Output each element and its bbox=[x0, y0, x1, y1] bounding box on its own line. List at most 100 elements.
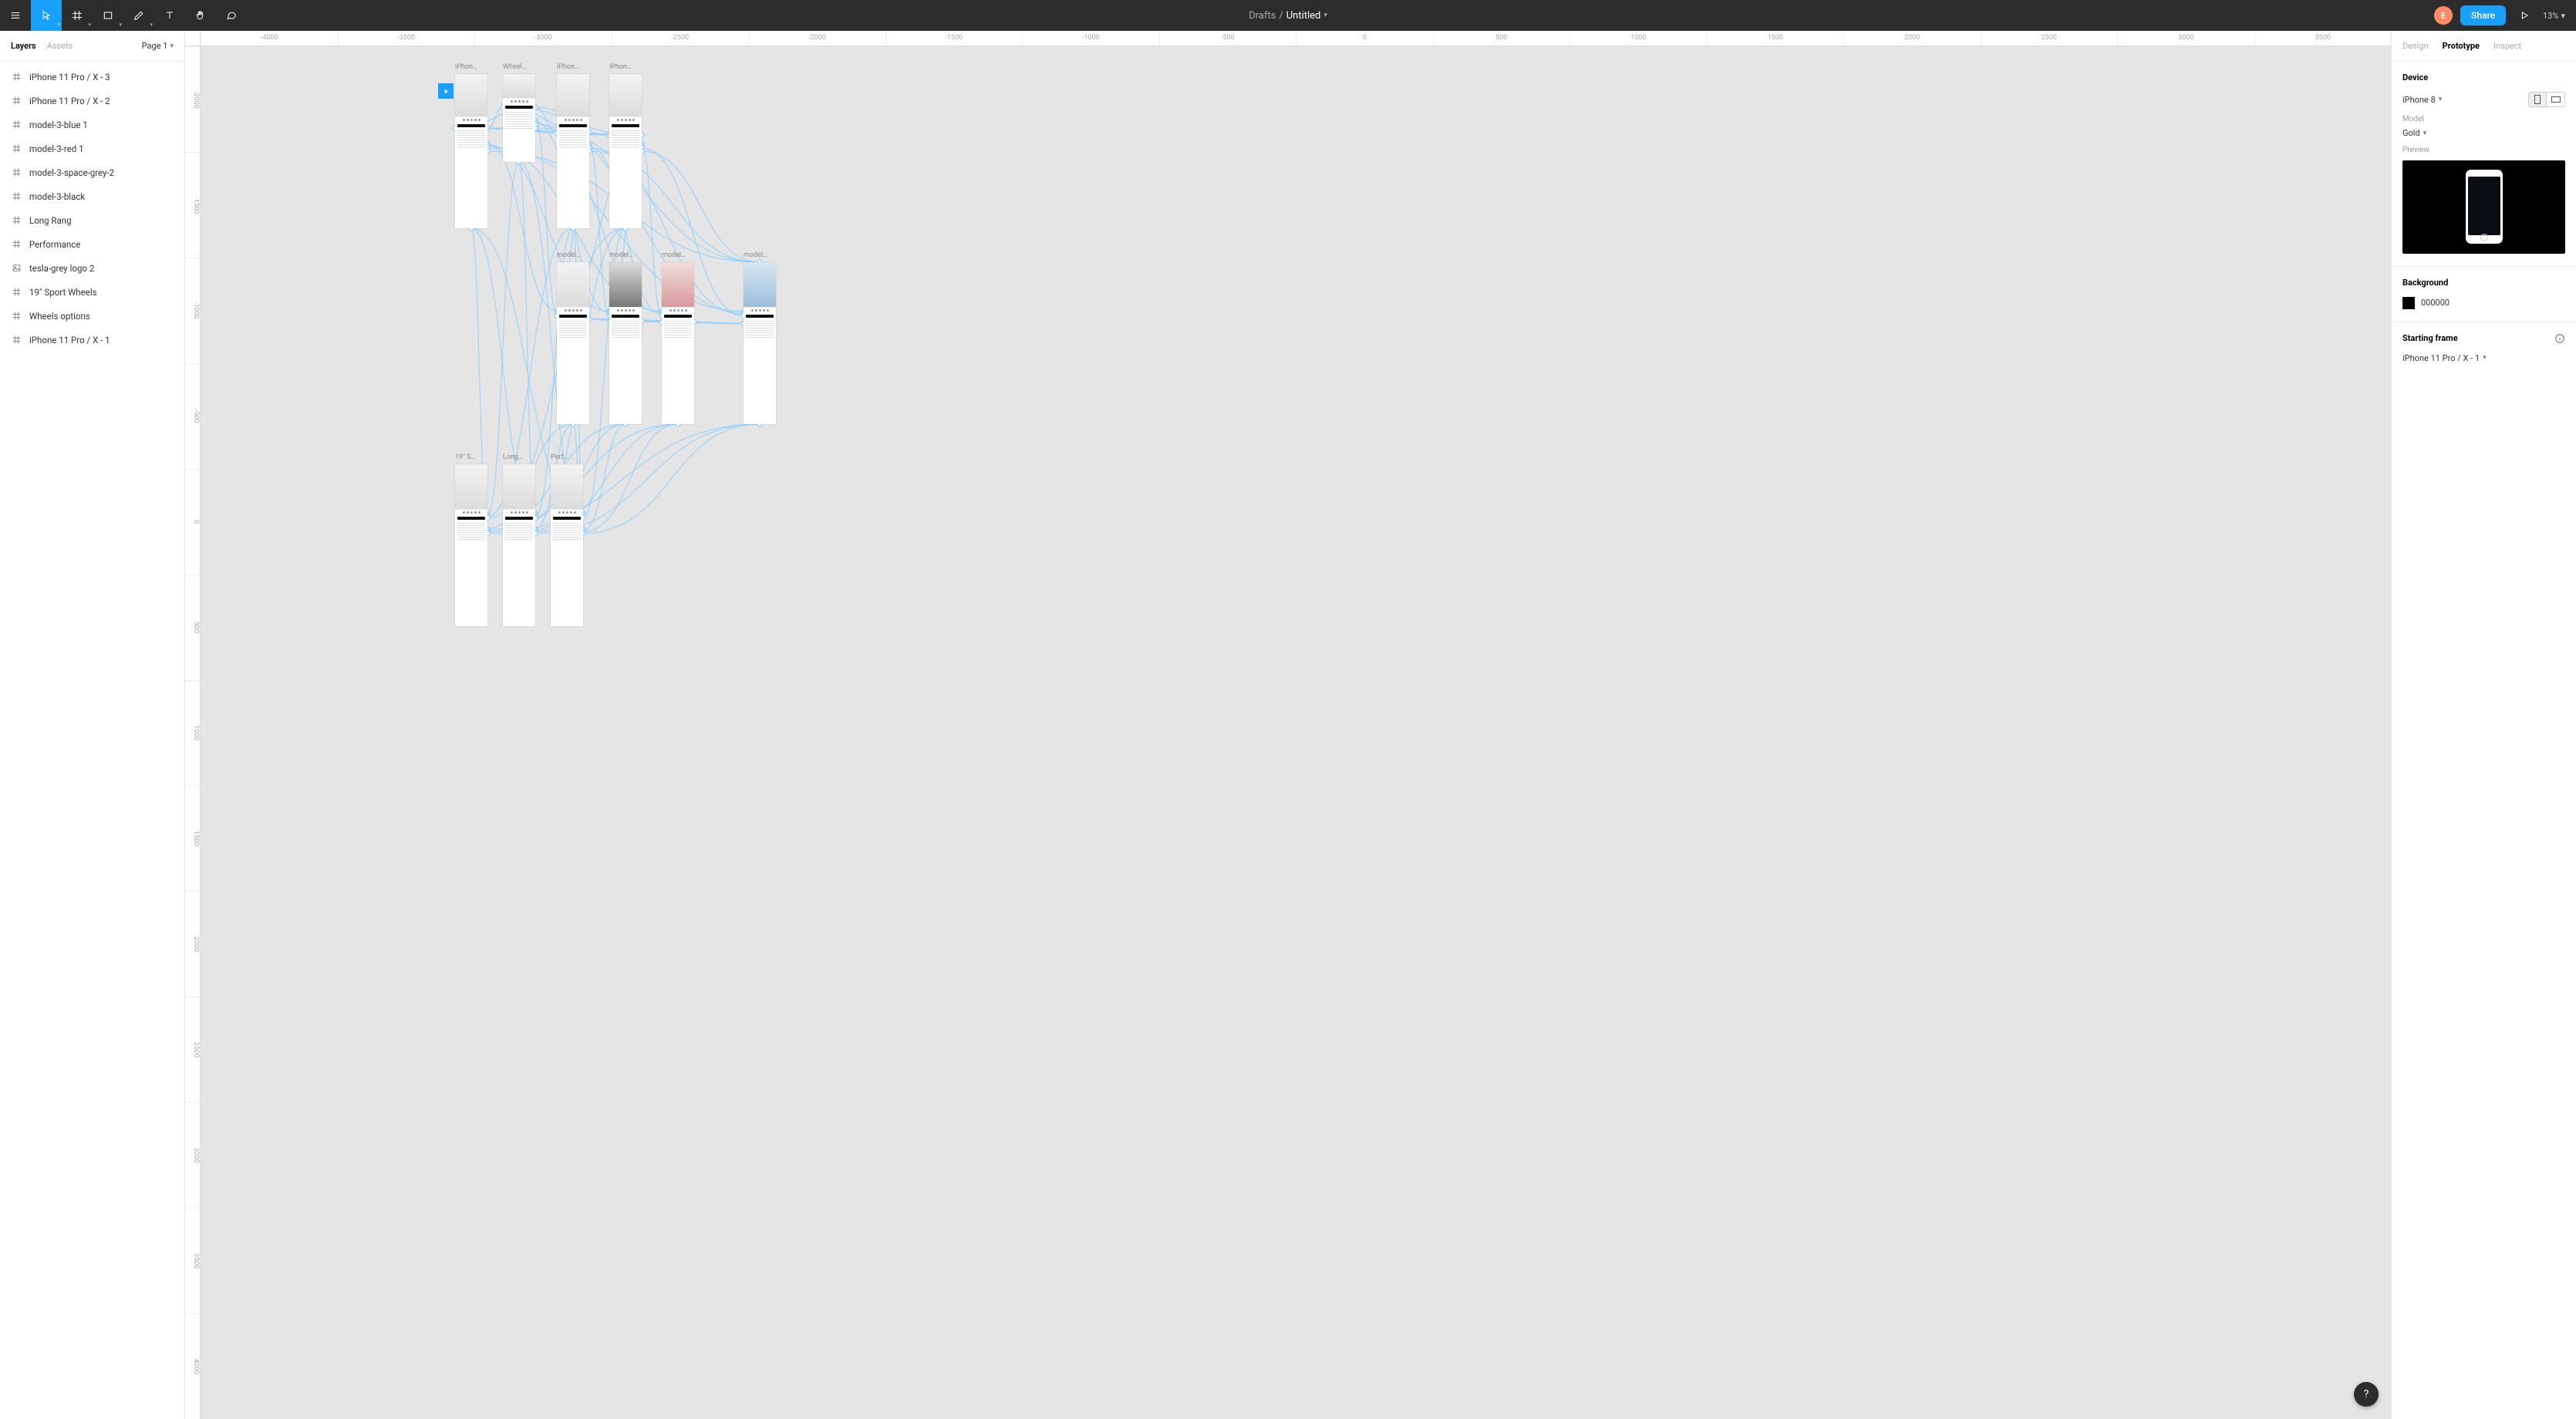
model-select[interactable]: Gold ▾ bbox=[2402, 128, 2565, 138]
present-button[interactable] bbox=[2514, 5, 2535, 26]
ruler-tick: 0 bbox=[185, 469, 200, 575]
canvas-frame[interactable]: iPhon… bbox=[609, 74, 642, 228]
chevron-down-icon: ▾ bbox=[119, 22, 122, 28]
canvas-frame[interactable]: model… bbox=[662, 262, 694, 424]
zoom-dropdown[interactable]: 13% ▾ bbox=[2543, 11, 2565, 21]
layer-row[interactable]: Long Rang bbox=[0, 208, 184, 232]
model-label: Model bbox=[2402, 115, 2565, 123]
color-dots bbox=[503, 510, 535, 515]
device-select[interactable]: iPhone 8 ▾ bbox=[2402, 95, 2442, 105]
canvas-frame[interactable]: Wheel… bbox=[503, 74, 535, 162]
rectangle-icon bbox=[102, 9, 114, 22]
cta-bar bbox=[553, 517, 581, 520]
left-panel: Layers Assets Page 1 ▾ iPhone 11 Pro / X… bbox=[0, 31, 185, 1419]
phone-mockup bbox=[2466, 170, 2503, 244]
starting-frame-select[interactable]: iPhone 11 Pro / X - 1 ▾ bbox=[2402, 353, 2565, 363]
canvas-frame[interactable]: model… bbox=[557, 262, 589, 424]
tab-assets[interactable]: Assets bbox=[47, 41, 73, 51]
layer-row[interactable]: iPhone 11 Pro / X - 3 bbox=[0, 65, 184, 89]
layer-row[interactable]: Performance bbox=[0, 232, 184, 256]
canvas[interactable]: iPhon… Wheel… iPhon… iPhon… model… model… mode… bbox=[201, 46, 2391, 1419]
pen-icon bbox=[133, 9, 145, 22]
right-panel: Design Prototype Inspect Device iPhone 8… bbox=[2391, 31, 2576, 1419]
ruler-tick: -1000 bbox=[185, 258, 200, 363]
shape-tool[interactable]: ▾ bbox=[93, 0, 123, 31]
starting-frame-heading-label: Starting frame bbox=[2402, 333, 2458, 343]
frame-label[interactable]: model… bbox=[557, 251, 581, 259]
layer-name: iPhone 11 Pro / X - 1 bbox=[29, 335, 110, 345]
document-title[interactable]: Drafts / Untitled ▾ bbox=[1249, 10, 1327, 22]
cta-bar bbox=[457, 124, 485, 127]
frame-label[interactable]: Perf… bbox=[551, 453, 568, 461]
spec-lines bbox=[662, 319, 694, 339]
orientation-portrait[interactable] bbox=[2528, 92, 2547, 107]
user-avatar[interactable]: E bbox=[2434, 6, 2453, 25]
frame-icon bbox=[11, 143, 22, 154]
spec-lines bbox=[503, 521, 535, 541]
frame-content bbox=[557, 74, 589, 228]
layer-row[interactable]: model-3-black bbox=[0, 184, 184, 208]
layer-row[interactable]: model-3-blue 1 bbox=[0, 113, 184, 137]
frame-label[interactable]: 19" S… bbox=[455, 453, 476, 461]
frame-label[interactable]: Wheel… bbox=[503, 63, 527, 71]
canvas-frame[interactable]: iPhon… bbox=[557, 74, 589, 228]
canvas-frame[interactable]: iPhon… bbox=[455, 74, 487, 228]
background-value: 000000 bbox=[2421, 298, 2450, 308]
share-button[interactable]: Share bbox=[2460, 5, 2506, 25]
layer-name: model-3-red 1 bbox=[29, 143, 84, 154]
frame-label[interactable]: iPhon… bbox=[557, 63, 579, 71]
car-image bbox=[551, 464, 583, 510]
pen-tool[interactable]: ▾ bbox=[123, 0, 154, 31]
frame-icon bbox=[11, 96, 22, 106]
tab-design[interactable]: Design bbox=[2402, 41, 2429, 51]
hand-tool[interactable] bbox=[185, 0, 216, 31]
frame-label[interactable]: model… bbox=[662, 251, 686, 259]
comment-icon bbox=[225, 9, 238, 22]
tab-layers[interactable]: Layers bbox=[11, 41, 36, 51]
info-icon[interactable] bbox=[2554, 333, 2565, 344]
color-dots bbox=[557, 117, 589, 123]
cta-bar bbox=[457, 517, 485, 520]
background-color-row[interactable]: 000000 bbox=[2402, 297, 2565, 309]
page-selector[interactable]: Page 1 ▾ bbox=[142, 41, 174, 51]
toolbar-right: E Share 13% ▾ bbox=[2434, 0, 2576, 31]
layer-row[interactable]: tesla-grey logo 2 bbox=[0, 256, 184, 280]
background-heading: Background bbox=[2402, 278, 2565, 288]
layer-row[interactable]: model-3-red 1 bbox=[0, 137, 184, 160]
layer-row[interactable]: 19" Sport Wheels bbox=[0, 280, 184, 304]
comment-tool[interactable] bbox=[216, 0, 247, 31]
canvas-frame[interactable]: 19" S… bbox=[455, 464, 487, 626]
frame-label[interactable]: Long… bbox=[503, 453, 523, 461]
move-tool[interactable]: ▾ bbox=[31, 0, 62, 31]
layer-row[interactable]: model-3-space-grey-2 bbox=[0, 160, 184, 184]
text-tool[interactable] bbox=[154, 0, 185, 31]
frame-label[interactable]: iPhon… bbox=[609, 63, 632, 71]
layer-row[interactable]: iPhone 11 Pro / X - 2 bbox=[0, 89, 184, 113]
layer-row[interactable]: Wheels options bbox=[0, 304, 184, 328]
cta-bar bbox=[612, 315, 639, 318]
frame-content bbox=[503, 464, 535, 626]
color-dots bbox=[743, 308, 776, 313]
orientation-landscape[interactable] bbox=[2547, 92, 2565, 107]
frame-tool[interactable]: ▾ bbox=[62, 0, 93, 31]
spec-lines bbox=[455, 129, 487, 149]
prototype-start-flag[interactable] bbox=[438, 83, 453, 99]
ruler-tick: -3000 bbox=[474, 31, 612, 46]
frame-label[interactable]: model… bbox=[743, 251, 767, 259]
frame-label[interactable]: iPhon… bbox=[455, 63, 477, 71]
ruler-tick: 1500 bbox=[185, 785, 200, 891]
canvas-area[interactable]: -4000-3500-3000-2500-2000-1500-1000-5000… bbox=[185, 31, 2391, 1419]
frame-label[interactable]: model… bbox=[609, 251, 633, 259]
help-button[interactable]: ? bbox=[2354, 1382, 2379, 1407]
canvas-frame[interactable]: Long… bbox=[503, 464, 535, 626]
canvas-frame[interactable]: Perf… bbox=[551, 464, 583, 626]
device-section: Device iPhone 8 ▾ Model Gold ▾ bbox=[2392, 62, 2576, 267]
main-menu-button[interactable] bbox=[0, 0, 31, 31]
tab-inspect[interactable]: Inspect bbox=[2493, 41, 2521, 51]
tab-prototype[interactable]: Prototype bbox=[2443, 41, 2480, 51]
canvas-frame[interactable]: model… bbox=[609, 262, 642, 424]
canvas-frame[interactable]: model… bbox=[743, 262, 776, 424]
hamburger-icon bbox=[9, 9, 22, 22]
layer-row[interactable]: iPhone 11 Pro / X - 1 bbox=[0, 328, 184, 352]
color-dots bbox=[455, 510, 487, 515]
